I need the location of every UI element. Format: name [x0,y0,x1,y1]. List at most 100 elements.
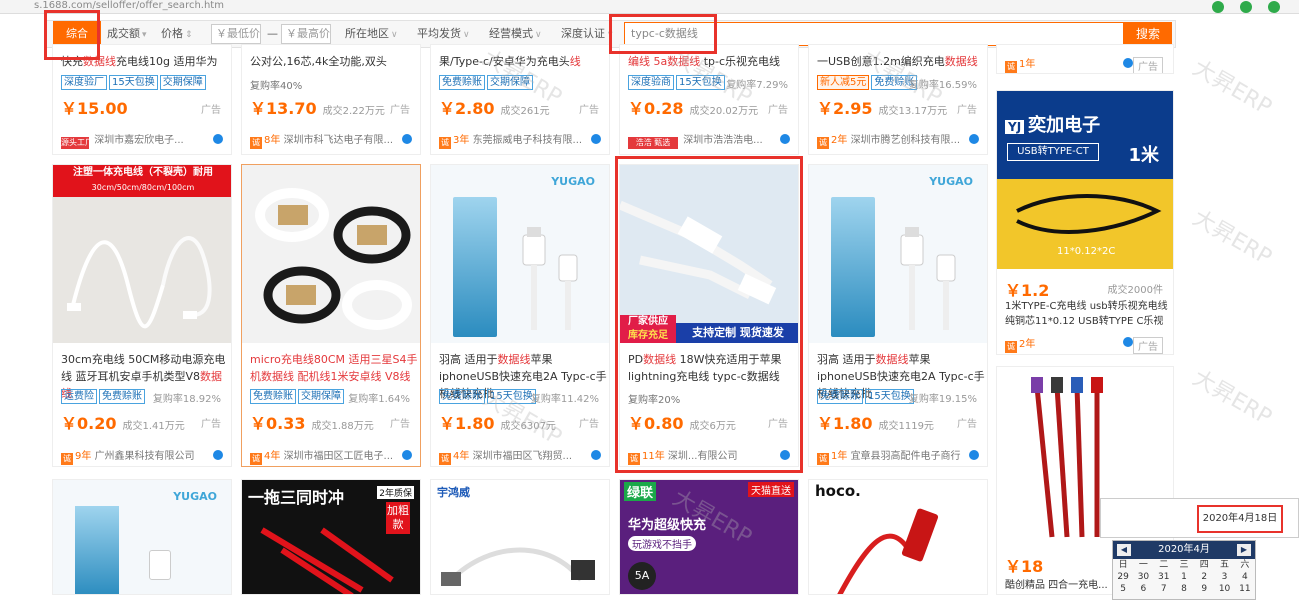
service-tag: 免费赊账 [817,389,863,404]
chat-icon[interactable] [969,450,979,460]
product-price: ￥2.95 成交13.17万元 [817,99,948,118]
extension-icon[interactable] [1240,1,1252,13]
product-card[interactable]: 宇鸿威 [430,479,610,595]
chat-icon[interactable] [402,450,412,460]
product-title[interactable]: 果/Type-c/安卓华为充电头线 [439,53,581,70]
supplier-row[interactable]: 诚 9年 广州鑫果科技有限公司 [61,447,225,465]
gold-supplier-icon: 诚 [439,137,451,149]
product-card[interactable]: 一USB创意1.2m编织充电数据线 新人减5元 免费赊账 复购率16.59% ￥2… [808,44,988,155]
supplier-name[interactable]: 深圳市福田区工匠电子... [284,451,394,462]
calendar-widget[interactable]: ◀ 2020年4月 ▶ 日一二三四五六 29 30 31 1 2 3 4 5 6 7 8 9 10 11 [1112,540,1256,600]
supplier-name[interactable]: 深圳市嘉宏欣电子... [94,135,184,146]
product-card[interactable]: 快充数据线充电线10g 适用华为 深度验厂 15天包换 交期保障 ￥15.00 广告… [52,44,232,155]
supplier-name[interactable]: 深圳市腾艺创科技有限... [851,135,961,146]
product-title[interactable]: 一USB创意1.2m编织充电数据线 [817,53,978,70]
product-card[interactable]: YUGAO [52,479,232,595]
product-price: ￥1.2 [1005,281,1050,300]
chat-icon[interactable] [1123,58,1133,68]
chat-icon[interactable] [213,450,223,460]
product-image[interactable]: YJ 奕加电子 USB转TYPE-CT 1米 11*0.12*2C [997,91,1173,269]
product-price: ￥13.70 成交2.22万元 [250,99,385,118]
min-price-input[interactable]: ￥最低价 [211,24,261,44]
service-tags: 免费赊账 15天包换 [439,389,538,404]
product-image[interactable] [242,165,420,343]
service-tags: 运费险 免费赊账 [61,389,147,404]
next-month-icon[interactable]: ▶ [1237,544,1251,556]
chat-icon[interactable] [780,134,790,144]
supplier-row[interactable]: 诚 3年 东莞振威电子科技有限... [439,131,603,149]
supplier-name[interactable]: 深圳市科飞达电子有限... [284,135,394,146]
supplier-name[interactable]: 深圳市浩浩浩电... [683,135,763,146]
product-card[interactable]: 注塑一体充电线（不裂壳）耐用 30cm/50cm/80cm/100cm 30cm… [52,164,232,467]
product-title[interactable]: 1米TYPE-C充电线 usb转乐视充电线 纯铜芯11*0.12 USB转TYP… [1005,299,1171,329]
supplier-row[interactable]: 诚 4年 深圳市福田区飞翔贸... [439,447,603,465]
product-card[interactable]: hoco. [808,479,988,595]
repurchase-rate: 复购率40% [250,81,303,92]
chat-icon[interactable] [402,134,412,144]
product-image[interactable]: 绿联 天猫直送 华为超级快充 玩游戏不挡手 5A [620,480,798,594]
supplier-name[interactable]: 东莞振威电子科技有限... [473,135,583,146]
chevron-down-icon: ∨ [463,30,470,40]
product-card[interactable]: 果/Type-c/安卓华为充电头线 免费赊账 交期保障 ￥2.80 成交261元 广… [430,44,610,155]
supplier-name[interactable]: 广州鑫果科技有限公司 [95,451,195,462]
chat-icon[interactable] [591,134,601,144]
calendar-month: 2020年4月 [1158,544,1210,555]
product-card[interactable]: 一拖三同时冲 2年质保 加粗款 [241,479,421,595]
product-image[interactable]: YUGAO [809,165,987,343]
supplier-row[interactable]: 诚 1年 宜章县羽高配件电子商行 [817,447,981,465]
product-image[interactable]: YUGAO [431,165,609,343]
product-image[interactable]: YUGAO [53,480,231,594]
chat-icon[interactable] [591,450,601,460]
product-card[interactable]: YJ 奕加电子 USB转TYPE-CT 1米 11*0.12*2C ￥1.2 成交… [996,90,1174,355]
supplier-row[interactable]: 诚 8年 深圳市科飞达电子有限... [250,131,414,149]
service-tag: 运费险 [61,389,97,404]
product-card[interactable]: 绿联 天猫直送 华为超级快充 玩游戏不挡手 5A [619,479,799,595]
chat-icon[interactable] [969,134,979,144]
calendar-week[interactable]: 29 30 31 1 2 3 4 [1113,571,1255,583]
product-card[interactable]: 诚 1年 广告 [996,44,1174,74]
product-price: ￥0.20 成交1.41万元 [61,414,185,433]
product-image[interactable]: 一拖三同时冲 2年质保 加粗款 [242,480,420,594]
product-price: ￥18 [1005,557,1044,576]
supplier-row[interactable]: 诚 4年 深圳市福田区工匠电子... [250,447,414,465]
prev-month-icon[interactable]: ◀ [1117,544,1131,556]
product-image[interactable]: 宇鸿威 [431,480,609,594]
product-card[interactable]: YUGAO 羽高 适用于数据线苹果iphoneUSB快速充电2A Typc-c手… [808,164,988,467]
product-price: ￥0.28 成交20.02万元 [628,99,759,118]
extension-icon[interactable] [1212,1,1224,13]
calendar-week[interactable]: 5 6 7 8 9 10 11 [1113,583,1255,595]
cable-illustration [260,527,394,594]
product-card[interactable]: micro充电线80CM 适用三星S4手机数据线 配机线1米安卓线 V8线 免费… [241,164,421,467]
gold-supplier-icon: 诚 [1005,61,1017,73]
product-image[interactable]: 注塑一体充电线（不裂壳）耐用 30cm/50cm/80cm/100cm [53,165,231,343]
supplier-row[interactable]: 源头工厂 深圳市嘉宏欣电子... [61,131,225,149]
max-price-input[interactable]: ￥最高价 [281,24,331,44]
service-tag: 15天包换 [676,75,725,90]
browser-url-bar[interactable]: s.1688.com/selloffer/offer_search.htm [0,0,1299,14]
gold-supplier-icon: 诚 [250,453,262,465]
product-title[interactable]: micro充电线80CM 适用三星S4手机数据线 配机线1米安卓线 V8线 [250,351,418,385]
supplier-row[interactable]: 浩浩 甄选 深圳市浩浩浩电... [628,131,792,149]
extension-icon[interactable] [1268,1,1280,13]
date-widget: 2020年4月18日 [1100,498,1299,538]
supplier-row[interactable]: 诚 2年 深圳市腾艺创科技有限... [817,131,981,149]
product-title[interactable]: 公对公,16芯,4k全功能,双头 [250,53,387,70]
supplier-name[interactable]: 宜章县羽高配件电子商行 [851,451,961,462]
service-tags: 免费赊账 15天包换 [817,389,916,404]
ad-label: 广告 [390,105,410,116]
product-title[interactable]: 编线 5a数据线 tp-c乐视充电线 [628,53,780,70]
product-image[interactable]: hoco. [809,480,987,594]
search-button[interactable]: 搜索 [1124,22,1172,46]
chat-icon[interactable] [213,134,223,144]
watermark: 大昇ERP [1188,205,1276,271]
supplier-name[interactable]: 深圳市福田区飞翔贸... [473,451,573,462]
repurchase-rate: 复购率11.42% [530,394,599,405]
product-card[interactable]: 公对公,16芯,4k全功能,双头 复购率40% ￥13.70 成交2.22万元 广… [241,44,421,155]
product-card[interactable]: 编线 5a数据线 tp-c乐视充电线 深度验商 15天包换 复购率7.29% ￥0… [619,44,799,155]
repurchase-rate: 复购率18.92% [152,394,221,405]
product-card[interactable]: YUGAO 羽高 适用于数据线苹果iphoneUSB快速充电2A Typc-c手… [430,164,610,467]
chevron-down-icon: ∨ [391,30,398,40]
chat-icon[interactable] [1123,337,1133,347]
service-tag: 深度验商 [628,75,674,90]
product-price: ￥1.80 成交6307元 [439,414,556,433]
